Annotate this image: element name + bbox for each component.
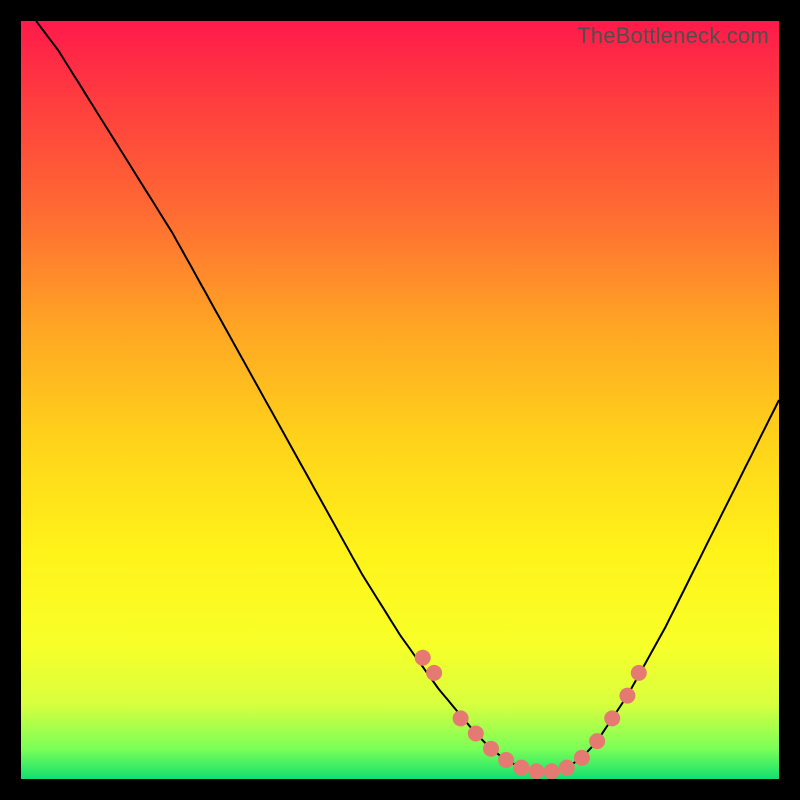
watermark-label: TheBottleneck.com (577, 23, 769, 49)
marker-point (426, 665, 442, 681)
marker-point (528, 763, 544, 779)
marker-point (468, 726, 484, 742)
marker-point (559, 760, 575, 776)
chart-area: TheBottleneck.com (21, 21, 779, 779)
marker-point (574, 750, 590, 766)
marker-point (619, 688, 635, 704)
marker-point (483, 741, 499, 757)
marker-point (415, 650, 431, 666)
marker-point (604, 710, 620, 726)
marker-point (453, 710, 469, 726)
marker-point (498, 752, 514, 768)
marker-point (631, 665, 647, 681)
marker-point (513, 760, 529, 776)
highlight-markers (415, 650, 647, 779)
bottleneck-curve (36, 21, 779, 771)
marker-point (589, 733, 605, 749)
marker-point (544, 763, 560, 779)
plot-svg (21, 21, 779, 779)
